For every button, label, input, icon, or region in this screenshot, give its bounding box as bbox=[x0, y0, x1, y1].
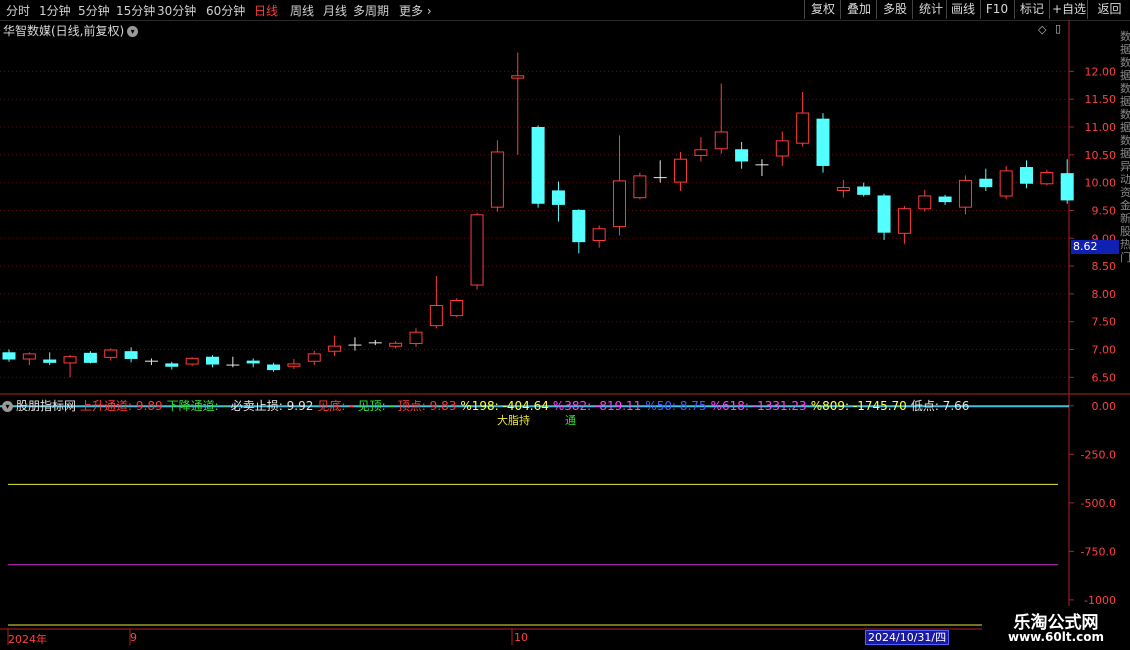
ind-y-tick-label-5: -1000 bbox=[1084, 594, 1116, 607]
y-tick-label-11: 7.00 bbox=[1092, 344, 1117, 357]
candle-body-7 bbox=[124, 351, 138, 359]
candle-body-20 bbox=[389, 342, 403, 347]
indicator-value-12: %809: -1745.70 bbox=[810, 399, 907, 413]
candle-body-26 bbox=[511, 75, 525, 79]
candle-body-31 bbox=[613, 180, 626, 228]
date-label-sep: 9 bbox=[130, 631, 137, 644]
candle-body-16 bbox=[307, 353, 321, 362]
candle-body-21 bbox=[409, 331, 423, 344]
indicator-value-4: 必卖止损: 9.92 bbox=[230, 399, 314, 413]
candle-body-13 bbox=[246, 360, 260, 364]
candle-body-42 bbox=[836, 187, 850, 191]
indicator-value-3: 下降通道: - bbox=[166, 399, 227, 413]
candle-body-40 bbox=[796, 112, 810, 144]
candle-body-22 bbox=[429, 305, 443, 327]
indicator-value-7: 顶点: 9.83 bbox=[397, 399, 457, 413]
candle-body-46 bbox=[918, 195, 932, 210]
indicator-value-13: 低点: 7.66 bbox=[910, 399, 970, 413]
candle-body-53 bbox=[1060, 173, 1074, 201]
indicator-legend: ▾ 股朋指标网 上升通道: 9.89 下降通道: - 必卖止损: 9.92 见底: - 见顶… bbox=[2, 397, 973, 414]
indicator-value-9: %382: -819.11 bbox=[552, 399, 642, 413]
candle-body-6 bbox=[104, 349, 118, 358]
ind-annotation-1: 大脂持 bbox=[497, 413, 530, 427]
candle-body-47 bbox=[938, 196, 952, 203]
y-tick-label-9: 8.00 bbox=[1092, 288, 1117, 301]
candle-body-30 bbox=[592, 228, 606, 242]
watermark: 乐淘公式网 www.60lt.com bbox=[982, 606, 1130, 650]
current-price-tag: 8.62 bbox=[1071, 240, 1119, 254]
candle-body-43 bbox=[857, 186, 871, 195]
y-tick-label-8: 8.50 bbox=[1092, 260, 1117, 273]
candle-body-2 bbox=[22, 353, 36, 360]
candle-body-15 bbox=[287, 363, 301, 367]
candle-body-4 bbox=[63, 356, 77, 364]
candle-body-52 bbox=[1040, 172, 1054, 185]
ind-y-tick-label-2: -250.0 bbox=[1081, 448, 1116, 461]
indicator-value-8: %198: -404.64 bbox=[460, 399, 549, 413]
candle-body-1 bbox=[2, 352, 16, 360]
candle-body-9 bbox=[165, 363, 179, 367]
candle-body-17 bbox=[328, 345, 342, 352]
y-tick-label-1: 12.00 bbox=[1085, 65, 1117, 78]
candle-body-44 bbox=[877, 195, 891, 233]
candle-body-5 bbox=[83, 352, 97, 363]
candle-body-23 bbox=[450, 299, 464, 317]
ind-y-tick-label-4: -750.0 bbox=[1081, 545, 1116, 558]
date-label-oct: 10 bbox=[514, 631, 528, 644]
candle-body-50 bbox=[999, 170, 1013, 197]
candle-body-49 bbox=[979, 178, 993, 188]
candle-body-11 bbox=[206, 356, 219, 365]
candle-body-45 bbox=[897, 208, 911, 234]
y-tick-label-10: 7.50 bbox=[1092, 316, 1117, 329]
candle-body-24 bbox=[470, 214, 484, 286]
candle-body-10 bbox=[185, 357, 199, 365]
candle-body-51 bbox=[1020, 167, 1033, 184]
candle-body-34 bbox=[674, 158, 688, 183]
candle-body-25 bbox=[490, 151, 504, 208]
indicator-value-10: %50: 8.75 bbox=[645, 399, 707, 413]
current-date-label: 2024/10/31/四 bbox=[865, 630, 950, 645]
candle-body-32 bbox=[633, 175, 647, 199]
indicator-value-5: 见底: - bbox=[317, 399, 354, 413]
y-tick-label-6: 9.50 bbox=[1092, 204, 1117, 217]
chart-canvas: 12.0011.5011.0010.5010.009.509.008.508.0… bbox=[0, 20, 1130, 650]
date-label-year: 2024年 bbox=[8, 633, 47, 646]
candle-body-3 bbox=[43, 359, 57, 363]
watermark-url: www.60lt.com bbox=[1007, 630, 1105, 644]
candle-body-37 bbox=[735, 149, 749, 162]
indicator-value-1[interactable]: 股朋指标网 bbox=[16, 399, 76, 413]
candle-body-28 bbox=[551, 190, 565, 205]
indicator-value-6: 见顶: - bbox=[357, 399, 394, 413]
y-tick-label-5: 10.00 bbox=[1085, 177, 1117, 190]
ind-y-tick-label-3: -500.0 bbox=[1081, 497, 1116, 510]
ind-y-tick-label-1: 0.00 bbox=[1092, 400, 1117, 413]
candle-body-36 bbox=[714, 131, 728, 150]
y-tick-label-4: 10.50 bbox=[1085, 149, 1117, 162]
candle-body-41 bbox=[816, 118, 830, 166]
candle-body-39 bbox=[775, 140, 789, 157]
y-tick-label-2: 11.50 bbox=[1085, 93, 1117, 106]
right-edge-text: 数据数据数据数据数据异动资金新股热门 bbox=[1120, 30, 1130, 264]
candle-body-14 bbox=[267, 364, 281, 371]
candle-body-27 bbox=[531, 127, 545, 204]
candle-body-48 bbox=[958, 179, 972, 208]
candle-body-35 bbox=[694, 149, 708, 156]
indicator-value-2: 上升通道: 9.89 bbox=[80, 399, 163, 413]
ind-annotation-2: 通 bbox=[565, 414, 576, 427]
indicator-menu-icon[interactable]: ▾ bbox=[2, 401, 13, 412]
y-tick-label-3: 11.00 bbox=[1085, 121, 1117, 134]
y-tick-label-12: 6.50 bbox=[1092, 371, 1117, 384]
candle-body-29 bbox=[572, 209, 586, 243]
indicator-value-11: %618: -1331.23 bbox=[710, 399, 807, 413]
